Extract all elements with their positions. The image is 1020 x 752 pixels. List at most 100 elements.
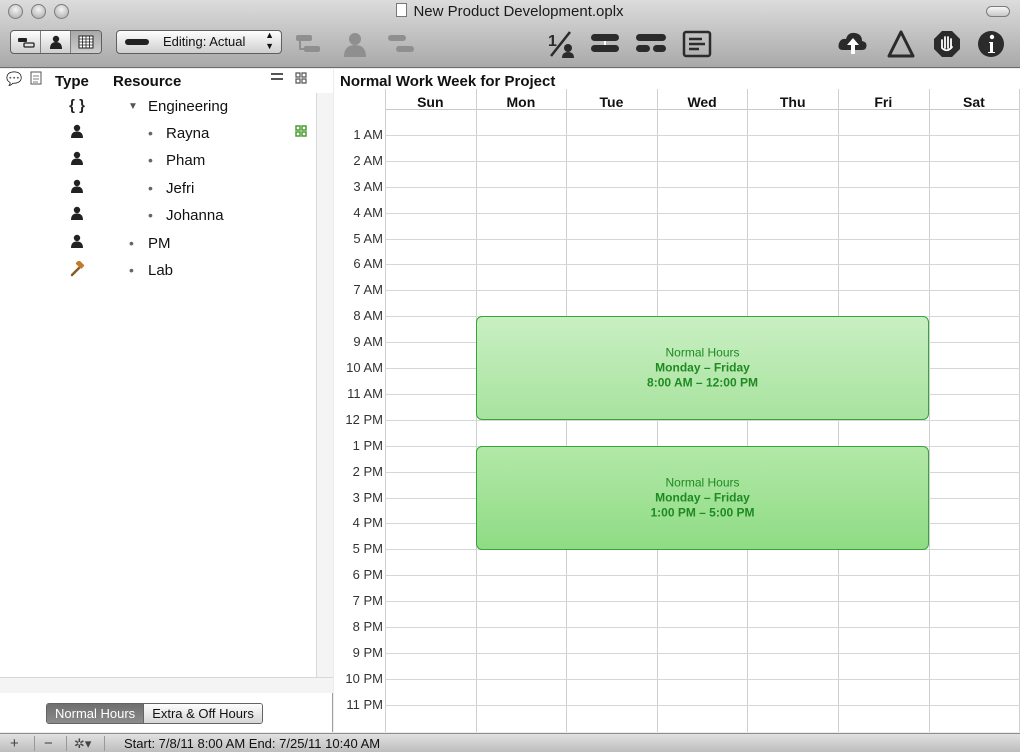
resource-row-jefri[interactable]: • Jefri [0, 177, 316, 203]
block-time: 1:00 PM – 5:00 PM [650, 505, 755, 520]
stop-icon[interactable] [930, 30, 964, 58]
day-header-thu: Thu [779, 94, 806, 110]
resource-row-pham[interactable]: • Pham [0, 149, 316, 175]
grid-line [385, 187, 1020, 188]
normal-hours-block[interactable]: Normal Hours Monday – Friday 1:00 PM – 5:0… [476, 446, 929, 550]
hour-label: 1 PM [352, 438, 383, 453]
type-column-header[interactable]: Type [55, 73, 89, 90]
bullet-icon: • [129, 235, 134, 251]
hour-label: 11 AM [347, 386, 383, 401]
grid-line [385, 161, 1020, 162]
baseline-swatch-icon [125, 39, 149, 45]
group-icon: { } [69, 97, 85, 114]
report-icon[interactable] [680, 30, 714, 58]
block-title: Normal Hours [665, 475, 740, 490]
hour-label: 7 PM [352, 593, 383, 608]
leveling-column-icon[interactable] [270, 71, 284, 86]
tab-extra-off-hours[interactable]: Extra & Off Hours [143, 704, 262, 723]
resource-row-rayna[interactable]: • Rayna [0, 122, 316, 148]
calendar-view-icon[interactable] [71, 31, 101, 53]
task-view-icon[interactable] [11, 31, 41, 53]
gear-icon[interactable]: ✲▾ [74, 736, 91, 752]
resource-outline-pane: 💬 Type Resource { } ▼ Engineering • Rayn… [0, 69, 333, 732]
normal-hours-block[interactable]: Normal Hours Monday – Friday 8:00 AM – 12:… [476, 316, 929, 420]
grid-line [385, 109, 1020, 110]
grid-line [385, 653, 1020, 654]
assign-icon[interactable] [384, 30, 418, 58]
svg-text:1: 1 [548, 33, 557, 50]
info-icon[interactable] [974, 30, 1008, 58]
equipment-hammer-icon [62, 260, 92, 281]
divider [66, 736, 67, 751]
remove-icon[interactable]: − [44, 735, 53, 752]
block-time: 8:00 AM – 12:00 PM [647, 375, 758, 390]
leveled-indicator-icon [294, 124, 308, 141]
resource-row-lab[interactable]: • Lab [0, 259, 316, 285]
resource-name[interactable]: PM [148, 235, 171, 252]
hour-label: 9 AM [353, 334, 383, 349]
status-bar: + − ✲▾ Start: 7/8/11 8:00 AM End: 7/25/1… [0, 733, 1020, 752]
grid-line [929, 89, 930, 732]
grid-line [385, 290, 1020, 291]
disclosure-triangle-icon[interactable]: ▼ [128, 101, 138, 112]
hour-label: 5 AM [353, 231, 383, 246]
note-icon[interactable]: 💬 [6, 71, 22, 87]
hour-label: 1 AM [353, 127, 383, 142]
calendar-title: Normal Work Week for Project [340, 73, 556, 90]
popup-arrows-icon: ▲ ▼ [265, 30, 274, 51]
add-task-icon[interactable] [292, 30, 326, 58]
outline-horizontal-scrollbar[interactable] [0, 677, 333, 693]
day-header-tue: Tue [599, 94, 624, 110]
add-icon[interactable]: + [10, 735, 19, 752]
day-header-wed: Wed [687, 94, 717, 110]
staff-icon [62, 234, 92, 252]
outline-vertical-scrollbar[interactable] [316, 93, 333, 677]
resource-name[interactable]: Johanna [166, 207, 224, 224]
violations-icon[interactable] [884, 30, 918, 58]
hour-label: 3 PM [352, 490, 383, 505]
hour-label: 2 AM [353, 153, 383, 168]
resource-row-engineering[interactable]: { } ▼ Engineering [0, 95, 316, 121]
editing-mode-popup[interactable]: Editing: Actual ▲ ▼ [116, 30, 282, 54]
hour-label: 6 PM [352, 567, 383, 582]
hours-tab-control[interactable]: Normal Hours Extra & Off Hours [46, 703, 263, 724]
bullet-icon: • [148, 207, 153, 223]
block-days: Monday – Friday [655, 360, 750, 375]
complete-icon[interactable]: 1 [544, 30, 578, 58]
resource-name[interactable]: Pham [166, 152, 205, 169]
bullet-icon: • [129, 262, 134, 278]
day-header-sat: Sat [962, 94, 985, 110]
grid-line [385, 575, 1020, 576]
publish-icon[interactable] [836, 30, 870, 58]
hour-label: 4 PM [352, 515, 383, 530]
add-resource-icon[interactable] [338, 30, 372, 58]
block-label: Normal Hours Monday – Friday 8:00 AM – 12:… [477, 346, 928, 391]
resource-name[interactable]: Engineering [148, 98, 228, 115]
grid-line [385, 264, 1020, 265]
toolbar-toggle-button[interactable] [986, 6, 1010, 17]
document-column-icon[interactable] [30, 71, 42, 88]
app-window: New Product Development.oplx Editing: Ac… [0, 0, 1020, 752]
resource-name[interactable]: Rayna [166, 125, 209, 142]
hour-label: 5 PM [352, 541, 383, 556]
resource-row-pm[interactable]: • PM [0, 232, 316, 258]
resource-row-johanna[interactable]: • Johanna [0, 204, 316, 230]
hour-label: 2 PM [352, 464, 383, 479]
resource-column-header[interactable]: Resource [113, 73, 181, 90]
level-column-icon[interactable] [294, 71, 308, 88]
block-days: Monday – Friday [655, 490, 750, 505]
day-header-mon: Mon [506, 94, 536, 110]
bullet-icon: • [148, 152, 153, 168]
grid-line [385, 239, 1020, 240]
hour-label: 10 PM [345, 671, 383, 686]
outline-header: 💬 Type Resource [0, 69, 333, 93]
staff-icon [62, 206, 92, 224]
bullet-icon: • [148, 180, 153, 196]
view-mode-control[interactable] [10, 30, 102, 54]
split-icon[interactable] [634, 30, 668, 58]
resource-name[interactable]: Jefri [166, 180, 194, 197]
connect-icon[interactable] [588, 30, 622, 58]
tab-normal-hours[interactable]: Normal Hours [47, 704, 144, 723]
resource-name[interactable]: Lab [148, 262, 173, 279]
resource-view-icon[interactable] [41, 31, 71, 53]
